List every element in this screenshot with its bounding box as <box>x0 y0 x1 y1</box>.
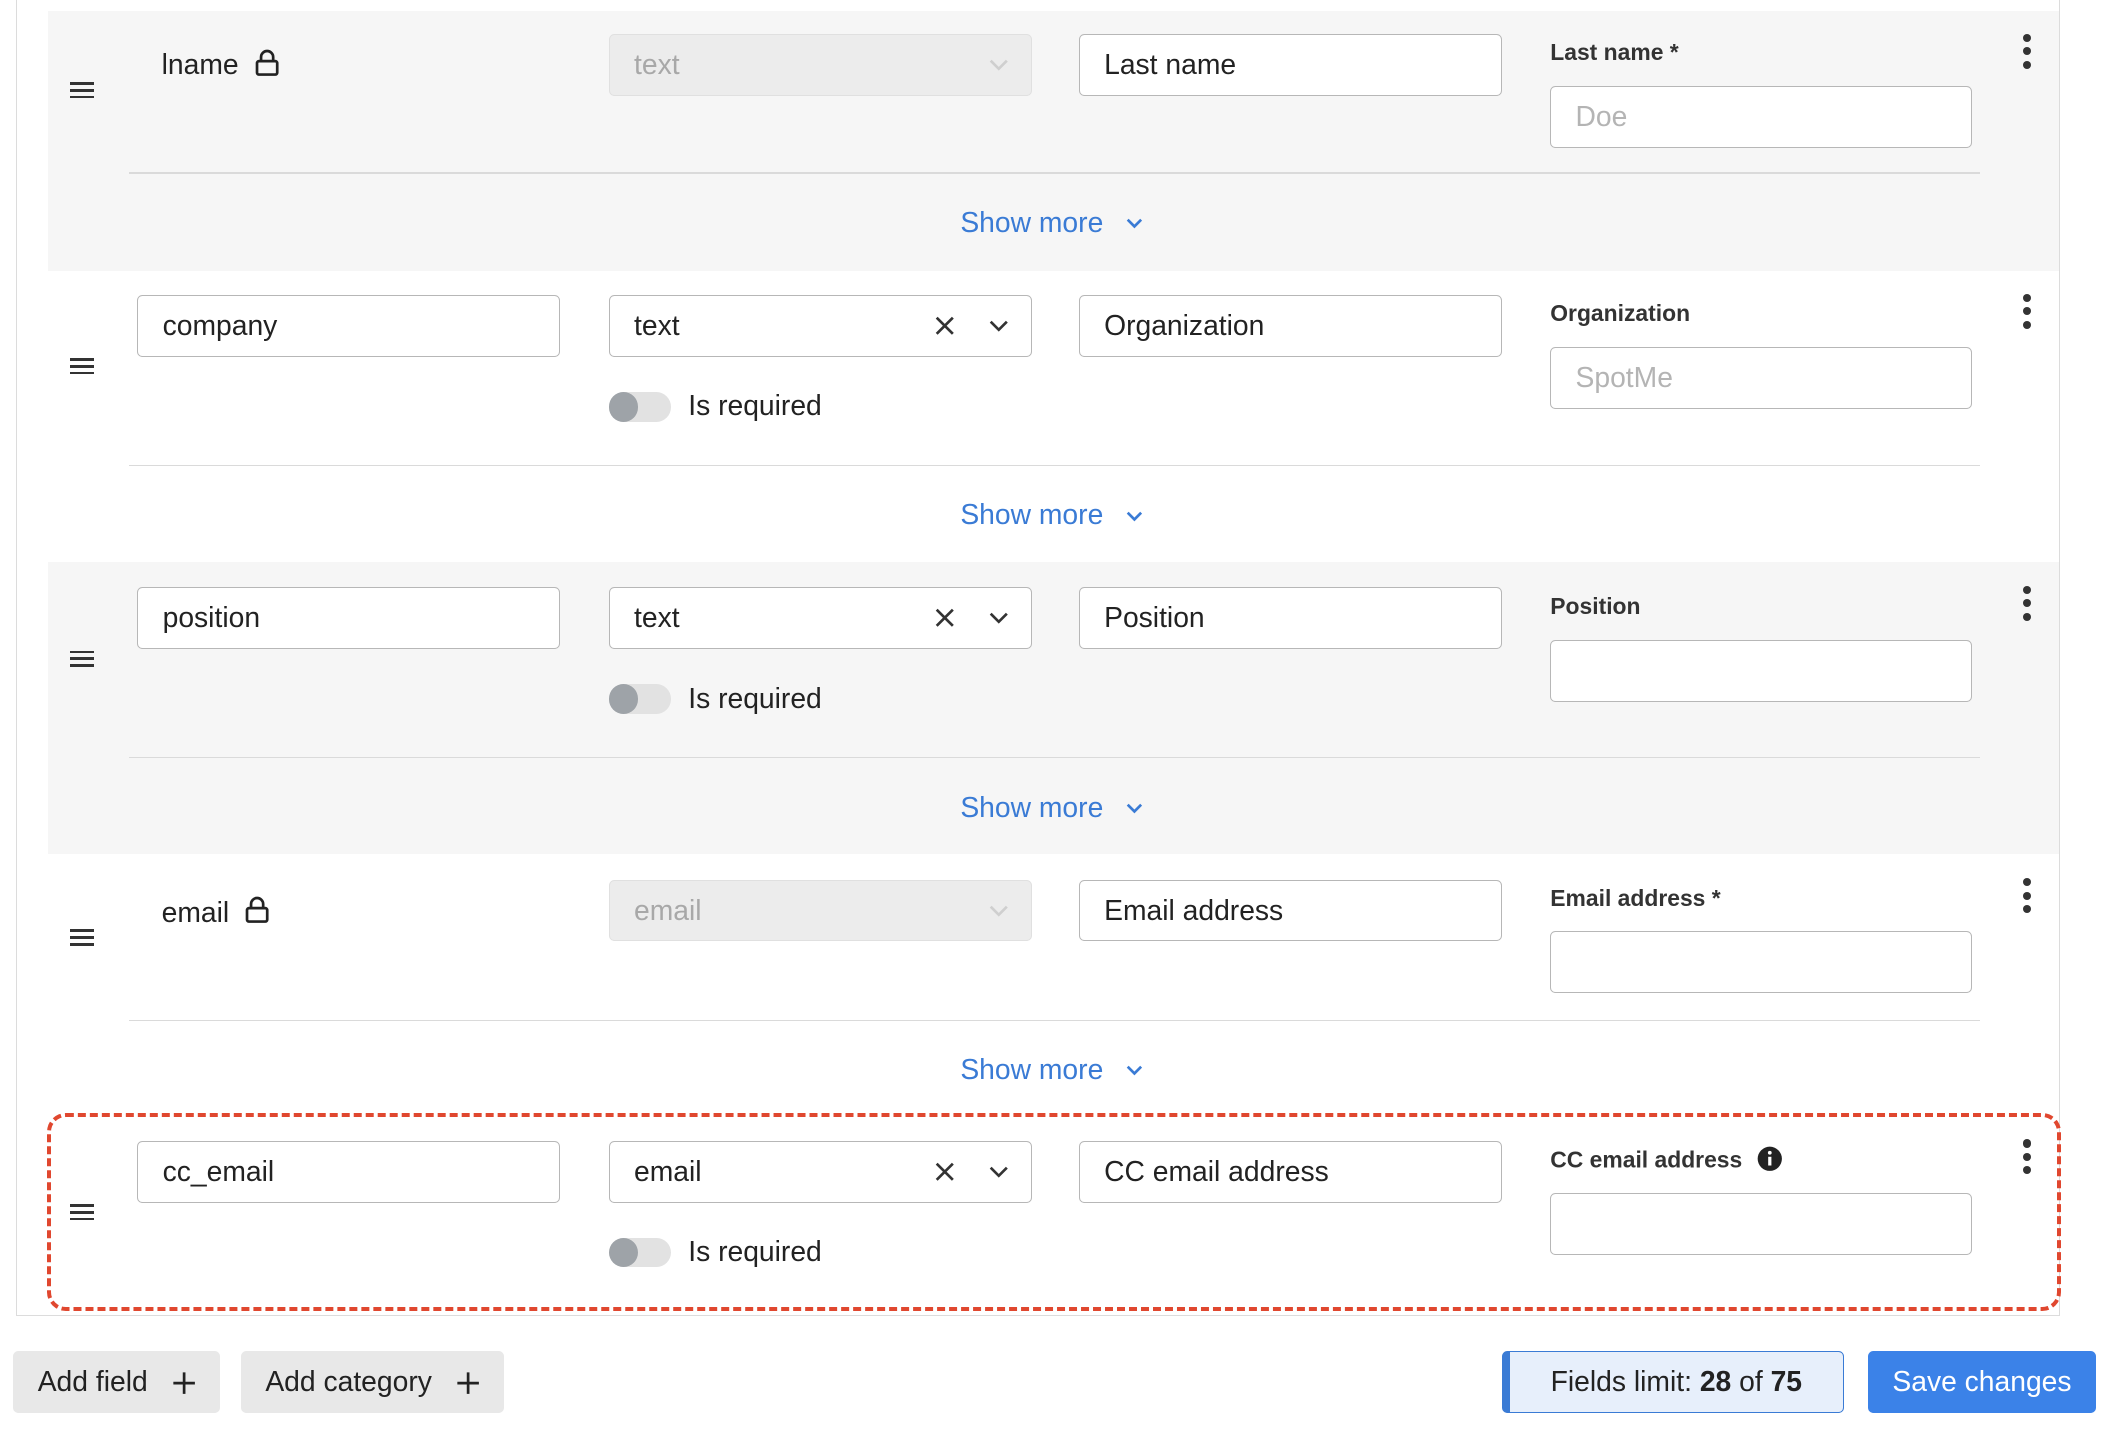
toggle-label: Is required <box>688 681 822 714</box>
field-type-select[interactable]: text <box>608 294 1032 357</box>
drag-handle-icon[interactable] <box>70 929 95 948</box>
chevron-down-icon <box>1126 803 1142 814</box>
field-label-input[interactable]: CC email address <box>1078 1140 1502 1203</box>
add-field-button[interactable]: Add field <box>13 1350 221 1413</box>
field-name-locked: email <box>162 896 270 929</box>
field-row: position text Is required Position Posit… <box>48 561 2060 854</box>
lock-icon <box>255 49 279 76</box>
more-options-icon[interactable] <box>2023 293 2032 329</box>
field-row: lname text Last name Last name * Doe Sho… <box>48 10 2060 271</box>
chevron-down-icon[interactable] <box>988 1165 1010 1178</box>
drag-handle-icon[interactable] <box>70 82 95 101</box>
chevron-down-icon <box>1126 511 1142 521</box>
chevron-down-icon <box>989 905 1008 917</box>
field-type-select[interactable]: email <box>608 1140 1032 1203</box>
lock-icon <box>245 896 269 924</box>
more-options-icon[interactable] <box>2023 33 2032 69</box>
preview-label: Email address * <box>1550 884 1721 911</box>
toggle-switch[interactable] <box>608 1237 671 1268</box>
save-changes-button[interactable]: Save changes <box>1868 1350 2096 1413</box>
toggle-label: Is required <box>688 1235 822 1268</box>
show-more-link[interactable]: Show more <box>960 1053 1143 1086</box>
more-options-icon[interactable] <box>2023 585 2032 621</box>
preview-input[interactable] <box>1550 1193 1972 1256</box>
field-row: company text Is required Organization Or… <box>48 270 2060 562</box>
field-type-select: text <box>608 33 1032 96</box>
toggle-switch[interactable] <box>608 391 671 422</box>
plus-icon <box>457 1372 479 1394</box>
divider <box>129 172 1980 174</box>
field-label-input[interactable]: Position <box>1078 587 1502 650</box>
divider <box>129 1019 1980 1021</box>
preview-input[interactable] <box>1550 639 1972 702</box>
chevron-down-icon[interactable] <box>988 319 1010 332</box>
preview-label: CC email address <box>1550 1146 1782 1174</box>
clear-icon[interactable] <box>934 315 956 337</box>
field-label-input[interactable]: Last name <box>1078 33 1502 96</box>
show-more-link[interactable]: Show more <box>960 206 1143 239</box>
clear-icon[interactable] <box>934 607 956 629</box>
field-type-select[interactable]: text <box>608 587 1032 650</box>
info-icon[interactable] <box>1757 1146 1783 1172</box>
divider <box>129 756 1980 759</box>
clear-icon[interactable] <box>934 1161 956 1183</box>
chevron-down-icon <box>1126 1066 1142 1076</box>
field-type-select: email <box>608 879 1032 942</box>
divider <box>129 464 1980 467</box>
drag-handle-icon[interactable] <box>70 650 95 670</box>
preview-label: Position <box>1550 592 1641 619</box>
preview-input[interactable] <box>1550 930 1972 993</box>
drag-handle-icon[interactable] <box>70 1204 95 1223</box>
preview-input[interactable]: SpotMe <box>1550 347 1972 410</box>
toggle-switch[interactable] <box>608 684 671 714</box>
chevron-down-icon <box>1126 219 1142 229</box>
more-options-icon[interactable] <box>2023 1139 2032 1175</box>
more-options-icon[interactable] <box>2023 878 2032 914</box>
field-name-input[interactable]: position <box>137 587 561 650</box>
field-row: email email Email address Email address … <box>48 853 2060 1113</box>
show-more-link[interactable]: Show more <box>960 791 1143 824</box>
field-name-locked: lname <box>162 48 279 81</box>
field-label-input[interactable]: Email address <box>1078 879 1502 942</box>
preview-label: Organization <box>1550 300 1691 327</box>
field-name-input[interactable]: cc_email <box>137 1140 561 1203</box>
chevron-down-icon[interactable] <box>988 611 1010 625</box>
field-name-input[interactable]: company <box>137 294 561 357</box>
drag-handle-icon[interactable] <box>70 358 95 377</box>
chevron-down-icon <box>989 59 1008 71</box>
preview-label: Last name * <box>1550 39 1679 66</box>
field-row-new: cc_email email Is required CC email addr… <box>48 1112 2060 1314</box>
add-category-button[interactable]: Add category <box>241 1350 505 1413</box>
plus-icon <box>173 1372 195 1394</box>
toggle-label: Is required <box>688 389 822 422</box>
fields-limit-badge: Fields limit: 28 of 75 <box>1501 1350 1844 1413</box>
preview-input[interactable]: Doe <box>1550 86 1972 149</box>
show-more-link[interactable]: Show more <box>960 498 1143 531</box>
field-label-input[interactable]: Organization <box>1078 294 1502 357</box>
